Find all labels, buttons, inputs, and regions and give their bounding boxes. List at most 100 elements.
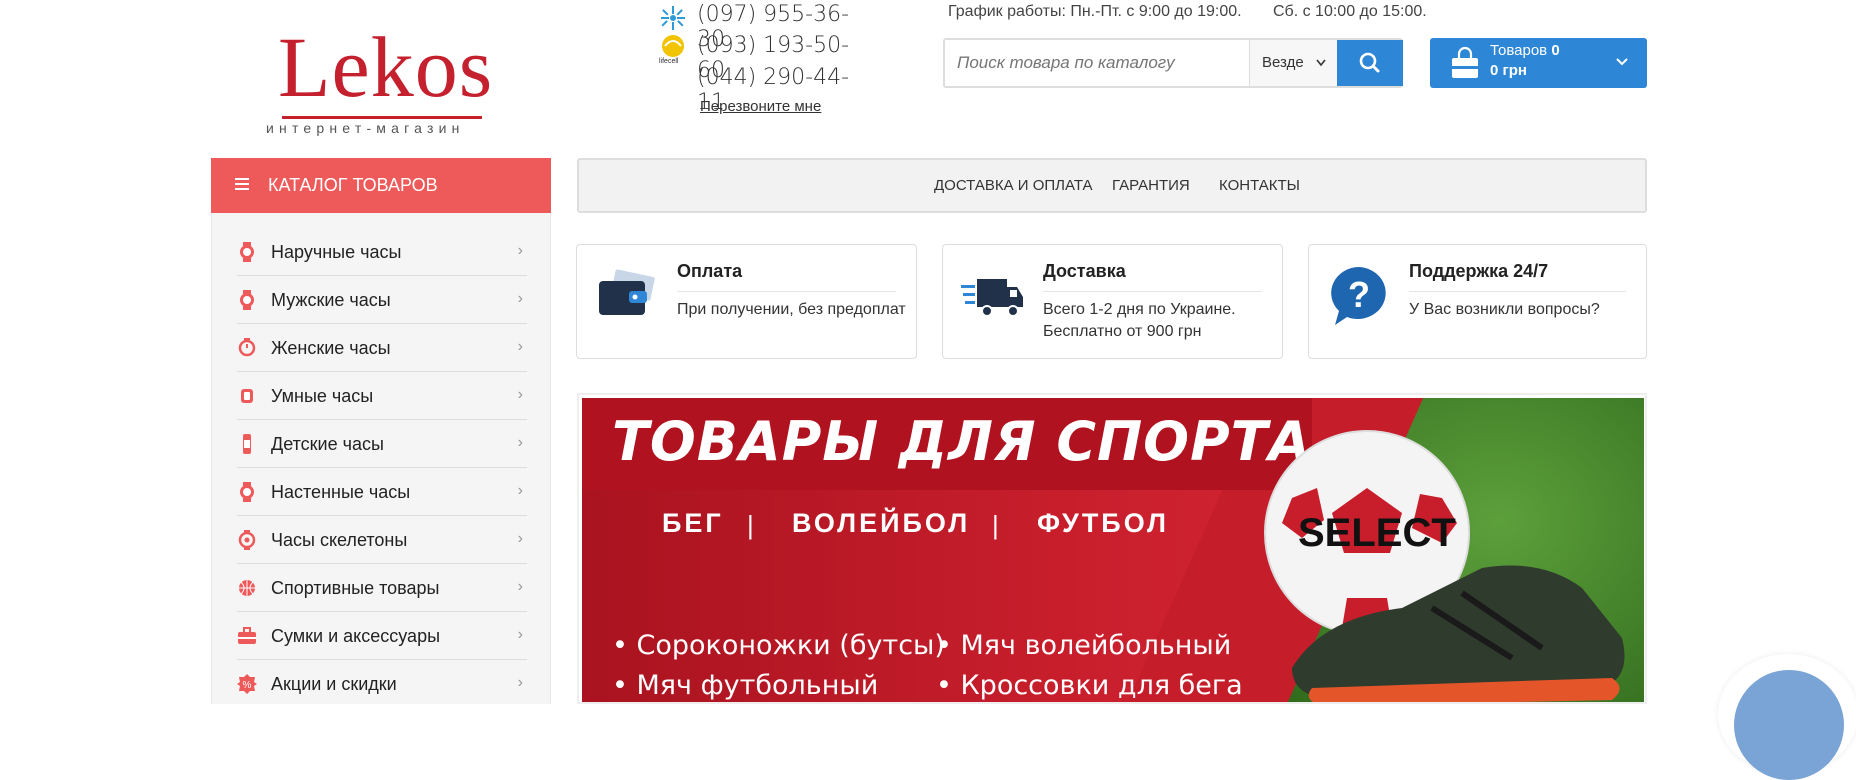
banner-title: ТОВАРЫ ДЛЯ СПОРТА <box>612 410 1312 473</box>
catalog-item-label: Женские часы <box>271 338 391 358</box>
chevron-right-icon: › <box>517 626 523 643</box>
search-icon <box>1359 52 1380 73</box>
top-navigation: ДОСТАВКА И ОПЛАТА ГАРАНТИЯ КОНТАКТЫ <box>577 158 1647 213</box>
info-divider <box>1409 291 1626 292</box>
banner-bullet: • Сороконожки (бутсы) <box>612 630 945 661</box>
chevron-right-icon: › <box>517 530 523 547</box>
catalog-item-label: Умные часы <box>271 386 374 406</box>
womens-watch-icon <box>238 338 256 357</box>
info-text: При получении, без предоплат <box>677 301 906 318</box>
wristwatch-icon <box>240 242 254 262</box>
kyivstar-icon <box>661 6 685 30</box>
banner-category-volleyball: ВОЛЕЙБОЛ <box>792 508 971 538</box>
chevron-right-icon: › <box>517 674 523 691</box>
lifecell-icon: lifecell <box>659 35 684 64</box>
chevron-right-icon: › <box>517 482 523 499</box>
catalog-item-label: Мужские часы <box>271 290 391 310</box>
basketball-icon <box>239 580 255 596</box>
schedule-saturday: Сб. с 10:00 до 15:00. <box>1273 3 1427 20</box>
info-box-payment: Оплата При получении, без предоплат <box>576 244 917 359</box>
banner-bullet: • Мяч волейбольный <box>936 630 1232 661</box>
kids-watch-icon <box>243 434 251 454</box>
info-divider <box>1043 291 1262 292</box>
site-logo[interactable]: Lekos интернет-магазин <box>262 19 502 136</box>
catalog-item-kids-watches[interactable]: Детские часы › <box>237 420 527 468</box>
catalog-item-mens-watches[interactable]: Мужские часы › <box>237 276 527 324</box>
catalog-item-bags-accessories[interactable]: Сумки и аксессуары › <box>237 612 527 660</box>
logo-wordmark: Lekos <box>278 19 494 115</box>
discount-icon: % <box>237 674 257 694</box>
svg-text:lifecell: lifecell <box>659 58 679 64</box>
catalog-item-label: Акции и скидки <box>271 674 397 694</box>
callback-link[interactable]: Перезвоните мне <box>700 98 821 115</box>
catalog-item-label: Детские часы <box>271 434 384 454</box>
info-title: Поддержка 24/7 <box>1409 261 1549 281</box>
chevron-down-icon <box>1315 40 1327 105</box>
chevron-down-icon <box>1615 50 1629 79</box>
info-box-delivery: Доставка Всего 1-2 дня по Украине. Беспл… <box>942 244 1283 359</box>
catalog-item-wrist-watches[interactable]: Наручные часы › <box>237 228 527 276</box>
cart-total: 0 грн <box>1490 62 1527 79</box>
banner-image: ТОВАРЫ ДЛЯ СПОРТА БЕГ | ВОЛЕЙБОЛ | ФУТБО… <box>582 398 1644 702</box>
wallet-icon <box>599 269 655 315</box>
chat-icon <box>1734 670 1844 780</box>
search-scope-select[interactable]: Везде <box>1249 40 1337 86</box>
banner-category-run: БЕГ <box>662 508 724 538</box>
search-scope-value: Везде <box>1262 54 1304 71</box>
catalog-title: КАТАЛОГ ТОВАРОВ <box>268 175 438 195</box>
search-input[interactable] <box>945 40 1249 86</box>
banner-bullet: • Кроссовки для бега <box>936 670 1243 701</box>
skeleton-watch-icon <box>238 530 256 550</box>
info-box-support: ? Поддержка 24/7 У Вас возникли вопросы? <box>1308 244 1647 359</box>
banner-category-football: ФУТБОЛ <box>1037 508 1169 538</box>
banner-separator: | <box>747 510 754 540</box>
info-text: Всего 1-2 дня по Украине. Бесплатно от 9… <box>1043 301 1236 340</box>
question-bubble-icon: ? <box>1331 267 1386 325</box>
menu-icon <box>235 178 249 190</box>
catalog-item-sports-goods[interactable]: Спортивные товары › <box>237 564 527 612</box>
catalog-item-sales[interactable]: % Акции и скидки › <box>237 660 527 708</box>
schedule-weekdays: График работы: Пн.-Пт. с 9:00 до 19:00. <box>948 3 1242 20</box>
cart-button[interactable]: Товаров 0 0 грн <box>1430 38 1647 88</box>
mens-watch-icon <box>240 290 254 310</box>
catalog-item-smart-watches[interactable]: Умные часы › <box>237 372 527 420</box>
chevron-right-icon: › <box>517 338 523 355</box>
chevron-right-icon: › <box>517 242 523 259</box>
catalog-menu: Наручные часы › Мужские часы › Женские ч… <box>211 213 551 704</box>
catalog-item-skeleton-watches[interactable]: Часы скелетоны › <box>237 516 527 564</box>
chevron-right-icon: › <box>517 290 523 307</box>
info-title: Доставка <box>1043 261 1126 281</box>
nav-delivery-payment[interactable]: ДОСТАВКА И ОПЛАТА <box>934 177 1093 194</box>
catalog-item-label: Спортивные товары <box>271 578 440 598</box>
delivery-truck-icon <box>961 279 1023 317</box>
logo-underline <box>282 116 482 119</box>
banner-separator: | <box>992 510 999 540</box>
catalog-header[interactable]: КАТАЛОГ ТОВАРОВ <box>211 158 551 213</box>
cart-label: Товаров <box>1490 42 1548 59</box>
catalog-item-label: Часы скелетоны <box>271 530 408 550</box>
chevron-right-icon: › <box>517 578 523 595</box>
cart-count: 0 <box>1551 42 1560 59</box>
smartwatch-icon <box>241 389 253 403</box>
running-shoe-icon <box>1292 565 1625 702</box>
catalog-item-wall-clocks[interactable]: Настенные часы › <box>237 468 527 516</box>
bag-icon <box>238 627 256 644</box>
svg-text:%: % <box>243 680 252 691</box>
chevron-right-icon: › <box>517 386 523 403</box>
search-button[interactable] <box>1337 40 1403 86</box>
svg-text:?: ? <box>1348 274 1370 315</box>
info-title: Оплата <box>677 261 743 281</box>
search-bar: Везде <box>943 38 1403 88</box>
promo-banner[interactable]: ТОВАРЫ ДЛЯ СПОРТА БЕГ | ВОЛЕЙБОЛ | ФУТБО… <box>577 393 1647 704</box>
chat-widget-button[interactable] <box>1718 654 1856 780</box>
info-divider <box>677 291 896 292</box>
nav-contacts[interactable]: КОНТАКТЫ <box>1219 177 1300 194</box>
banner-bullet: • Мяч футбольный <box>612 670 879 701</box>
catalog-item-womens-watches[interactable]: Женские часы › <box>237 324 527 372</box>
info-text: У Вас возникли вопросы? <box>1409 301 1600 318</box>
catalog-item-label: Наручные часы <box>271 242 402 262</box>
catalog-item-label: Сумки и аксессуары <box>271 626 441 646</box>
chevron-right-icon: › <box>517 434 523 451</box>
nav-warranty[interactable]: ГАРАНТИЯ <box>1112 177 1190 194</box>
catalog-item-label: Настенные часы <box>271 482 411 502</box>
